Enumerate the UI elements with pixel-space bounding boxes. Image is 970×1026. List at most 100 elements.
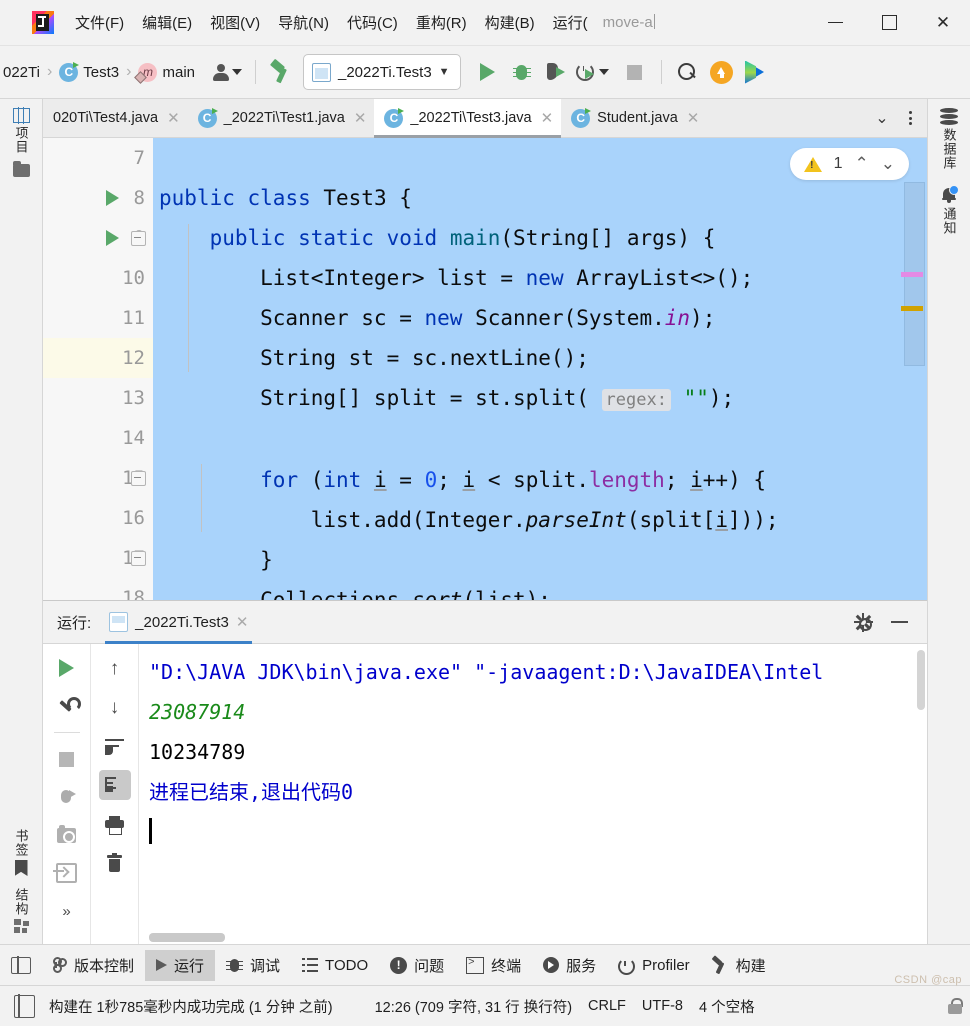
sidebar-item-files[interactable] (11, 161, 32, 180)
code-content[interactable]: public class Test3 { public static void … (153, 138, 927, 600)
close-icon[interactable]: ✕ (352, 109, 367, 127)
ai-assistant-button[interactable] (739, 55, 773, 89)
editor-tab-test4[interactable]: 020Ti\Test4.java ✕ (43, 99, 188, 137)
bottom-tab-debug[interactable]: 调试 (215, 950, 291, 981)
stop-button[interactable] (51, 744, 83, 774)
editor-gutter[interactable]: 789101112131415161718 (43, 138, 153, 600)
todo-list-icon (302, 958, 319, 972)
run-window-tab[interactable]: _2022Ti.Test3 ✕ (101, 601, 256, 644)
console-output[interactable]: "D:\JAVA JDK\bin\java.exe" "-javaagent:D… (139, 644, 927, 944)
close-button[interactable]: ✕ (916, 0, 970, 45)
gutter-run-icon[interactable] (106, 230, 119, 246)
search-everywhere-button[interactable] (671, 55, 705, 89)
maximize-button[interactable] (862, 0, 916, 45)
menu-file[interactable]: 文件(F) (66, 8, 133, 37)
inspection-widget[interactable]: 1 ⌃ ⌄ (789, 148, 909, 180)
minimize-button[interactable] (808, 0, 862, 45)
editor-tab-test3[interactable]: C _2022Ti\Test3.java ✕ (374, 99, 562, 138)
build-project-button[interactable] (265, 55, 299, 89)
status-message[interactable]: 构建在 1秒785毫秒内成功完成 (1 分钟 之前) (41, 996, 341, 1017)
status-lock[interactable] (948, 998, 970, 1014)
print-button[interactable] (99, 809, 131, 839)
profiles-button[interactable] (198, 55, 246, 89)
menu-view[interactable]: 视图(V) (201, 8, 269, 37)
bottom-tab-build[interactable]: 构建 (701, 950, 777, 981)
profile-button[interactable] (573, 55, 612, 89)
bottom-tab-problems[interactable]: ! 问题 (379, 950, 455, 981)
method-icon: m (138, 62, 158, 82)
editor-tabs-overflow-button[interactable] (897, 99, 923, 137)
code-editor[interactable]: 789101112131415161718 public class Test3… (43, 138, 927, 600)
console-vertical-scrollbar[interactable] (917, 650, 925, 710)
bottom-tab-terminal[interactable]: 终端 (455, 950, 532, 981)
menu-refactor[interactable]: 重构(R) (407, 8, 476, 37)
window-search-field[interactable]: move-a (597, 14, 655, 31)
code-fold-icon[interactable] (131, 231, 146, 246)
gutter-run-icon[interactable] (106, 190, 119, 206)
up-button[interactable]: ↑ (99, 653, 131, 683)
attach-debugger-button[interactable] (51, 782, 83, 812)
breadcrumb-method[interactable]: m main (135, 61, 198, 84)
console-horizontal-scrollbar[interactable] (149, 933, 225, 942)
menu-edit[interactable]: 编辑(E) (133, 8, 201, 37)
debug-button[interactable] (505, 55, 539, 89)
bottom-tab-todo[interactable]: TODO (291, 952, 379, 979)
export-button[interactable] (51, 858, 83, 888)
editor-tab-test4-label: 020Ti\Test4.java (53, 110, 159, 126)
bug-icon (226, 957, 244, 974)
editor-tab-student[interactable]: C Student.java ✕ (561, 99, 708, 137)
updates-button[interactable] (705, 55, 739, 89)
close-icon[interactable]: ✕ (685, 109, 700, 127)
run-window-settings-button[interactable] (847, 607, 879, 637)
run-window-hide-button[interactable] (883, 607, 915, 637)
bottom-tab-profiler[interactable]: Profiler (607, 952, 701, 979)
database-icon (940, 108, 958, 125)
bottom-tab-run[interactable]: 运行 (145, 949, 216, 981)
clear-all-button[interactable] (99, 848, 131, 878)
toggle-sidebar-icon[interactable] (14, 993, 35, 1019)
bottom-tab-services[interactable]: 服务 (532, 950, 607, 981)
code-fold-icon[interactable] (131, 551, 146, 566)
down-button[interactable]: ↓ (99, 692, 131, 722)
stop-button[interactable] (618, 55, 652, 89)
rerun-button[interactable] (51, 653, 83, 683)
run-with-coverage-button[interactable] (539, 55, 573, 89)
status-line-separator[interactable]: CRLF (580, 998, 634, 1014)
project-grid-icon (12, 107, 30, 124)
toggle-tool-windows-button[interactable] (0, 955, 42, 975)
close-icon[interactable]: ✕ (165, 109, 180, 127)
status-caret-position[interactable]: 12:26 (709 字符, 31 行 换行符) (367, 996, 580, 1017)
sidebar-item-notifications[interactable]: 通知 (938, 183, 961, 238)
menu-run[interactable]: 运行( (544, 8, 597, 37)
code-fold-icon[interactable] (131, 471, 146, 486)
editor-tab-test1[interactable]: C _2022Ti\Test1.java ✕ (187, 99, 375, 137)
menu-navigate[interactable]: 导航(N) (269, 8, 338, 37)
soft-wrap-button[interactable] (99, 731, 131, 761)
more-actions-button[interactable]: » (51, 896, 83, 926)
screenshot-button[interactable] (51, 820, 83, 850)
sidebar-item-database[interactable]: 数据库 (938, 105, 961, 173)
bottom-tab-version-control-label: 版本控制 (74, 957, 135, 975)
bottom-tab-version-control[interactable]: 版本控制 (42, 950, 145, 981)
status-encoding[interactable]: UTF-8 (634, 998, 691, 1014)
previous-problem-button[interactable]: ⌃ (855, 154, 869, 174)
sidebar-item-structure[interactable]: 结构 (10, 885, 33, 936)
editor-marker-1 (901, 272, 923, 277)
run-button[interactable] (471, 55, 505, 89)
toolbar-divider-2 (660, 60, 662, 84)
editor-tabs-list-button[interactable]: ⌄ (869, 99, 895, 137)
run-configuration-selector[interactable]: _2022Ti.Test3 ▼ (303, 54, 461, 90)
close-icon[interactable]: ✕ (236, 613, 249, 631)
sidebar-item-project[interactable]: 项目 (10, 105, 33, 157)
menu-code[interactable]: 代码(C) (338, 8, 407, 37)
menu-build[interactable]: 构建(B) (476, 8, 544, 37)
breadcrumb-module[interactable]: 022Ti (0, 62, 43, 83)
next-problem-button[interactable]: ⌄ (881, 154, 895, 174)
scroll-to-end-button[interactable] (98, 770, 131, 800)
status-indent[interactable]: 4 个空格 (691, 996, 763, 1017)
sidebar-item-bookmarks[interactable]: 书签 (10, 826, 33, 879)
close-icon[interactable]: ✕ (539, 109, 554, 127)
modify-run-config-button[interactable] (51, 691, 83, 721)
close-icon: ✕ (935, 12, 951, 32)
breadcrumb-class[interactable]: C Test3 (56, 61, 122, 84)
